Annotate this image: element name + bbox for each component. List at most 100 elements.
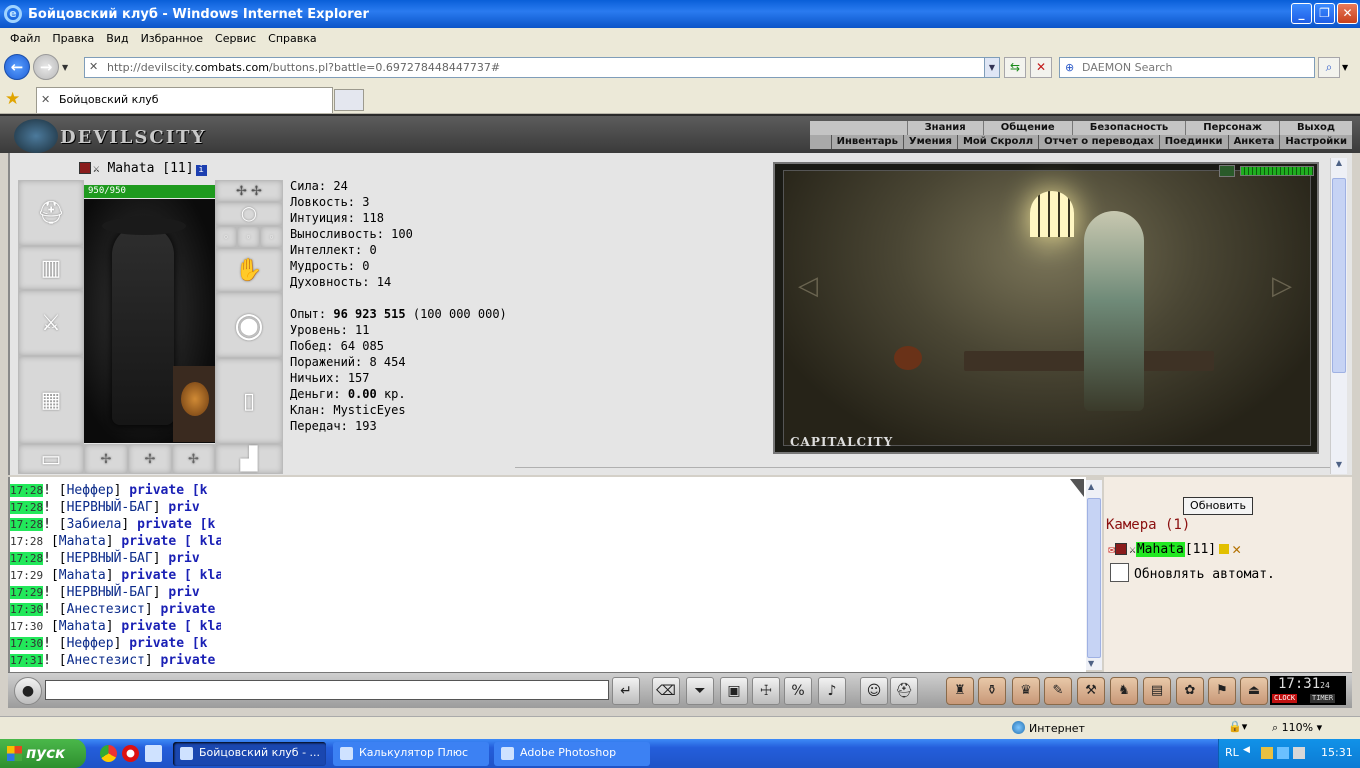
chat-time[interactable]: 17:28 — [10, 484, 44, 497]
scroll-up-icon[interactable]: ▲ — [1332, 158, 1346, 172]
beast-icon[interactable]: ♞ — [1110, 677, 1138, 705]
clear-icon[interactable]: ⌫ — [652, 677, 680, 705]
refresh-icon[interactable]: ⇆ — [1004, 57, 1026, 78]
tab-fight-club[interactable]: ✕ Бойцовский клуб — [36, 87, 333, 113]
ring-slot-2[interactable]: ◦ — [237, 226, 260, 248]
belt-slot[interactable]: ▭ — [18, 444, 84, 474]
nav-settings[interactable]: Настройки — [1279, 135, 1352, 149]
show-desktop-icon[interactable] — [145, 745, 162, 762]
nav-exit[interactable]: Выход — [1278, 121, 1352, 135]
chat-nick[interactable]: Mahata — [59, 619, 106, 634]
chat-time[interactable]: 17:28 — [10, 518, 44, 531]
attack-icon[interactable]: ✕ — [1232, 540, 1241, 558]
scene-map-icon[interactable] — [1219, 165, 1235, 177]
quick-slot-2[interactable]: ✢ — [128, 444, 172, 474]
earring-slot[interactable]: ✢ ✢ — [215, 180, 283, 202]
task-photoshop[interactable]: Adobe Photoshop — [494, 742, 650, 766]
chat-time[interactable]: 17:30 — [10, 637, 44, 650]
minimize-button[interactable]: _ — [1291, 3, 1312, 24]
close-button[interactable]: ✕ — [1337, 3, 1358, 24]
filter-icon[interactable]: ⏷ — [686, 677, 714, 705]
prisoner-npc[interactable] — [1084, 211, 1144, 411]
room-user-name[interactable]: Mahata — [1135, 541, 1185, 557]
legs-slot[interactable]: ▯ — [215, 358, 283, 444]
message-input[interactable] — [45, 680, 609, 700]
exit-icon[interactable]: ⏏ — [1240, 677, 1268, 705]
back-button[interactable]: ← — [4, 54, 30, 80]
menu-file[interactable]: Файл — [4, 32, 46, 45]
chat-mode-icon[interactable]: ● — [14, 677, 42, 705]
address-input[interactable]: ✕ http://devilscity.combats.com/buttons.… — [84, 57, 1000, 78]
menu-help[interactable]: Справка — [262, 32, 322, 45]
helmet-slot[interactable]: ⛑ — [18, 180, 84, 246]
pet-portrait[interactable] — [173, 366, 215, 442]
menu-view[interactable]: Вид — [100, 32, 134, 45]
nav-character[interactable]: Персонаж — [1185, 121, 1279, 135]
nav-my-scroll[interactable]: Мой Скролл — [956, 135, 1038, 149]
location-scene[interactable]: ◁ ▷ — [773, 162, 1319, 454]
ring-slot-3[interactable]: ◦ — [260, 226, 283, 248]
chrome-icon[interactable] — [100, 745, 117, 762]
info-icon[interactable]: i — [195, 165, 207, 176]
menu-tools[interactable]: Сервис — [209, 32, 262, 45]
scroll-down-icon[interactable]: ▼ — [1088, 659, 1094, 668]
zoom-level[interactable]: ⌕ 110% ▾ — [1272, 721, 1322, 735]
language-indicator[interactable]: RL — [1225, 746, 1239, 759]
menu-edit[interactable]: Правка — [46, 32, 100, 45]
page-scrollbar[interactable]: ▲ ▼ — [1330, 158, 1347, 474]
chat-nick[interactable]: НЕРВНЫЙ-БАГ — [67, 585, 153, 600]
chat-time[interactable]: 17:28 — [10, 535, 43, 548]
weapon-slot[interactable]: ⚔ — [18, 290, 84, 356]
nav-knowledge[interactable]: Знания — [906, 121, 983, 135]
potion-icon[interactable]: ⚱ — [978, 677, 1006, 705]
chat-nick[interactable]: Анестезист — [67, 653, 145, 668]
auto-refresh-checkbox[interactable] — [1110, 563, 1129, 582]
opera-icon[interactable] — [122, 745, 139, 762]
chat-nick[interactable]: Анестезист — [67, 602, 145, 617]
chat-nick[interactable]: НЕРВНЫЙ-БАГ — [67, 551, 153, 566]
nav-duels[interactable]: Поединки — [1158, 135, 1228, 149]
user-info-icon[interactable] — [1219, 544, 1230, 554]
arrow-left-icon[interactable]: ◁ — [798, 271, 818, 301]
gift-icon[interactable]: ▤ — [1143, 677, 1171, 705]
arrow-right-icon[interactable]: ▷ — [1272, 271, 1292, 301]
nav-profile[interactable]: Анкета — [1227, 135, 1280, 149]
scroll-up-icon[interactable]: ▲ — [1088, 482, 1094, 491]
tray-icon-1[interactable] — [1261, 747, 1273, 759]
search-input[interactable]: ⊕ DAEMON Search — [1059, 57, 1315, 78]
new-tab-button[interactable] — [334, 89, 364, 111]
gloves-slot[interactable]: ✋ — [215, 248, 283, 292]
maximize-button[interactable]: ❐ — [1314, 3, 1335, 24]
quick-slot-3[interactable]: ✢ — [172, 444, 215, 474]
amulet-slot[interactable]: ◯ — [215, 202, 283, 226]
chat-time[interactable]: 17:28 — [10, 552, 44, 565]
helmet-button-icon[interactable]: ⛑ — [890, 677, 918, 705]
start-button[interactable]: пуск — [0, 739, 86, 768]
nav-skills[interactable]: Умения — [902, 135, 957, 149]
nav-communication[interactable]: Общение — [982, 121, 1072, 135]
chat-time[interactable]: 17:29 — [10, 569, 43, 582]
chat-nick[interactable]: Mahata — [59, 534, 106, 549]
chat-nick[interactable]: Неффер — [67, 636, 114, 651]
chat-scrollbar[interactable]: ▲ ▼ — [1086, 480, 1102, 670]
favorites-star-icon[interactable]: ★ — [5, 89, 20, 109]
percent-icon[interactable]: % — [784, 677, 812, 705]
quick-slot-1[interactable]: ✢ — [84, 444, 128, 474]
tray-icon-3[interactable] — [1293, 747, 1305, 759]
boots-slot[interactable]: ▟ — [215, 444, 283, 474]
shield-slot[interactable]: ◉ — [215, 292, 283, 358]
save-log-icon[interactable]: ▣ — [720, 677, 748, 705]
refresh-button[interactable]: Обновить — [1183, 497, 1253, 515]
scroll-item-icon[interactable]: ✎ — [1044, 677, 1072, 705]
chat-nick[interactable]: Mahata — [59, 568, 106, 583]
nav-transfer-report[interactable]: Отчет о переводах — [1038, 135, 1159, 149]
chat-time[interactable]: 17:29 — [10, 586, 44, 599]
send-icon[interactable]: ↵ — [612, 677, 640, 705]
chat-time[interactable]: 17:30 — [10, 603, 44, 616]
chat-time[interactable]: 17:30 — [10, 620, 43, 633]
tray-expand-icon[interactable]: ◀ — [1243, 745, 1250, 755]
task-calculator[interactable]: Калькулятор Плюс — [333, 742, 489, 766]
music-icon[interactable]: ♪ — [818, 677, 846, 705]
chat-time[interactable]: 17:28 — [10, 501, 44, 514]
history-dropdown-icon[interactable]: ▼ — [62, 63, 68, 72]
